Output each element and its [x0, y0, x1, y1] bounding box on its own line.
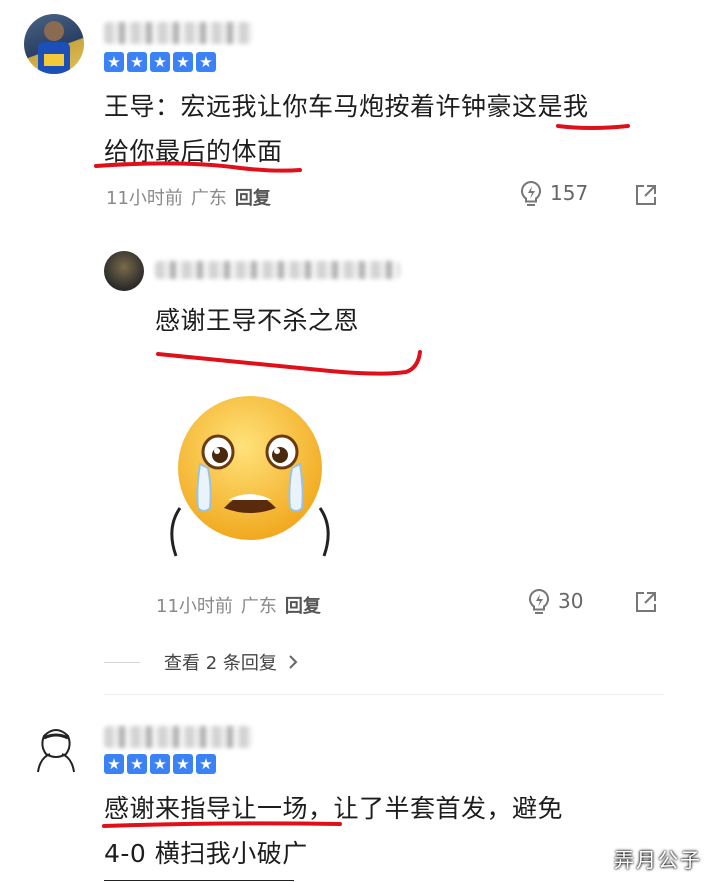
comment-meta: 11小时前 广东 回复	[106, 184, 271, 210]
like-count: 157	[550, 181, 589, 205]
star-icon: ★	[127, 52, 147, 72]
comment-line: 王导：宏远我让你车马炮按着许钟豪这是我	[104, 92, 589, 121]
share-icon[interactable]	[634, 590, 658, 614]
jersey-avatar-icon	[38, 21, 70, 74]
view-replies-label: 查看 2 条回复	[164, 653, 277, 674]
divider-short	[104, 661, 140, 663]
rating-stars: ★ ★ ★ ★ ★	[104, 754, 216, 774]
comment-line: 感谢来指导让一场，让了半套首发，避免	[104, 794, 564, 823]
red-underline-annotation	[156, 350, 422, 376]
location: 广东	[190, 188, 227, 209]
comment-divider	[104, 694, 664, 695]
star-icon: ★	[104, 52, 124, 72]
rating-stars: ★ ★ ★ ★ ★	[104, 52, 216, 72]
like-count: 30	[558, 589, 584, 613]
user-avatar[interactable]	[24, 14, 84, 74]
reply-text: 感谢王导不杀之恩	[155, 306, 360, 335]
reply-user-avatar[interactable]	[104, 251, 144, 291]
reply-button[interactable]: 回复	[235, 184, 271, 210]
watermark: 弄月公子	[614, 848, 702, 872]
reply-username-blurred[interactable]	[155, 261, 400, 279]
lightbulb-icon	[520, 180, 542, 206]
like-button[interactable]: 30	[528, 588, 583, 614]
star-icon: ★	[150, 52, 170, 72]
like-button[interactable]: 157	[520, 180, 588, 206]
share-icon[interactable]	[634, 183, 658, 207]
star-icon: ★	[173, 754, 193, 774]
star-icon: ★	[104, 754, 124, 774]
user-avatar[interactable]	[30, 722, 82, 774]
timestamp: 11小时前	[106, 188, 183, 209]
star-icon: ★	[173, 52, 193, 72]
chevron-right-icon	[289, 655, 298, 669]
view-replies-link[interactable]: 查看 2 条回复	[104, 649, 299, 675]
comment-line: 给你最后的体面	[104, 137, 283, 166]
location: 广东	[240, 596, 277, 617]
bottom-divider	[104, 880, 294, 881]
lightbulb-icon	[528, 588, 550, 614]
star-icon: ★	[127, 754, 147, 774]
crying-face-sticker[interactable]	[160, 390, 340, 560]
reply-meta: 11小时前 广东 回复	[156, 592, 321, 618]
star-icon: ★	[150, 754, 170, 774]
reply-button[interactable]: 回复	[285, 592, 321, 618]
comment-text: 王导：宏远我让你车马炮按着许钟豪这是我 给你最后的体面	[104, 84, 704, 174]
timestamp: 11小时前	[156, 596, 233, 617]
username-blurred[interactable]	[104, 22, 252, 44]
star-icon: ★	[196, 754, 216, 774]
username-blurred[interactable]	[104, 726, 252, 748]
star-icon: ★	[196, 52, 216, 72]
